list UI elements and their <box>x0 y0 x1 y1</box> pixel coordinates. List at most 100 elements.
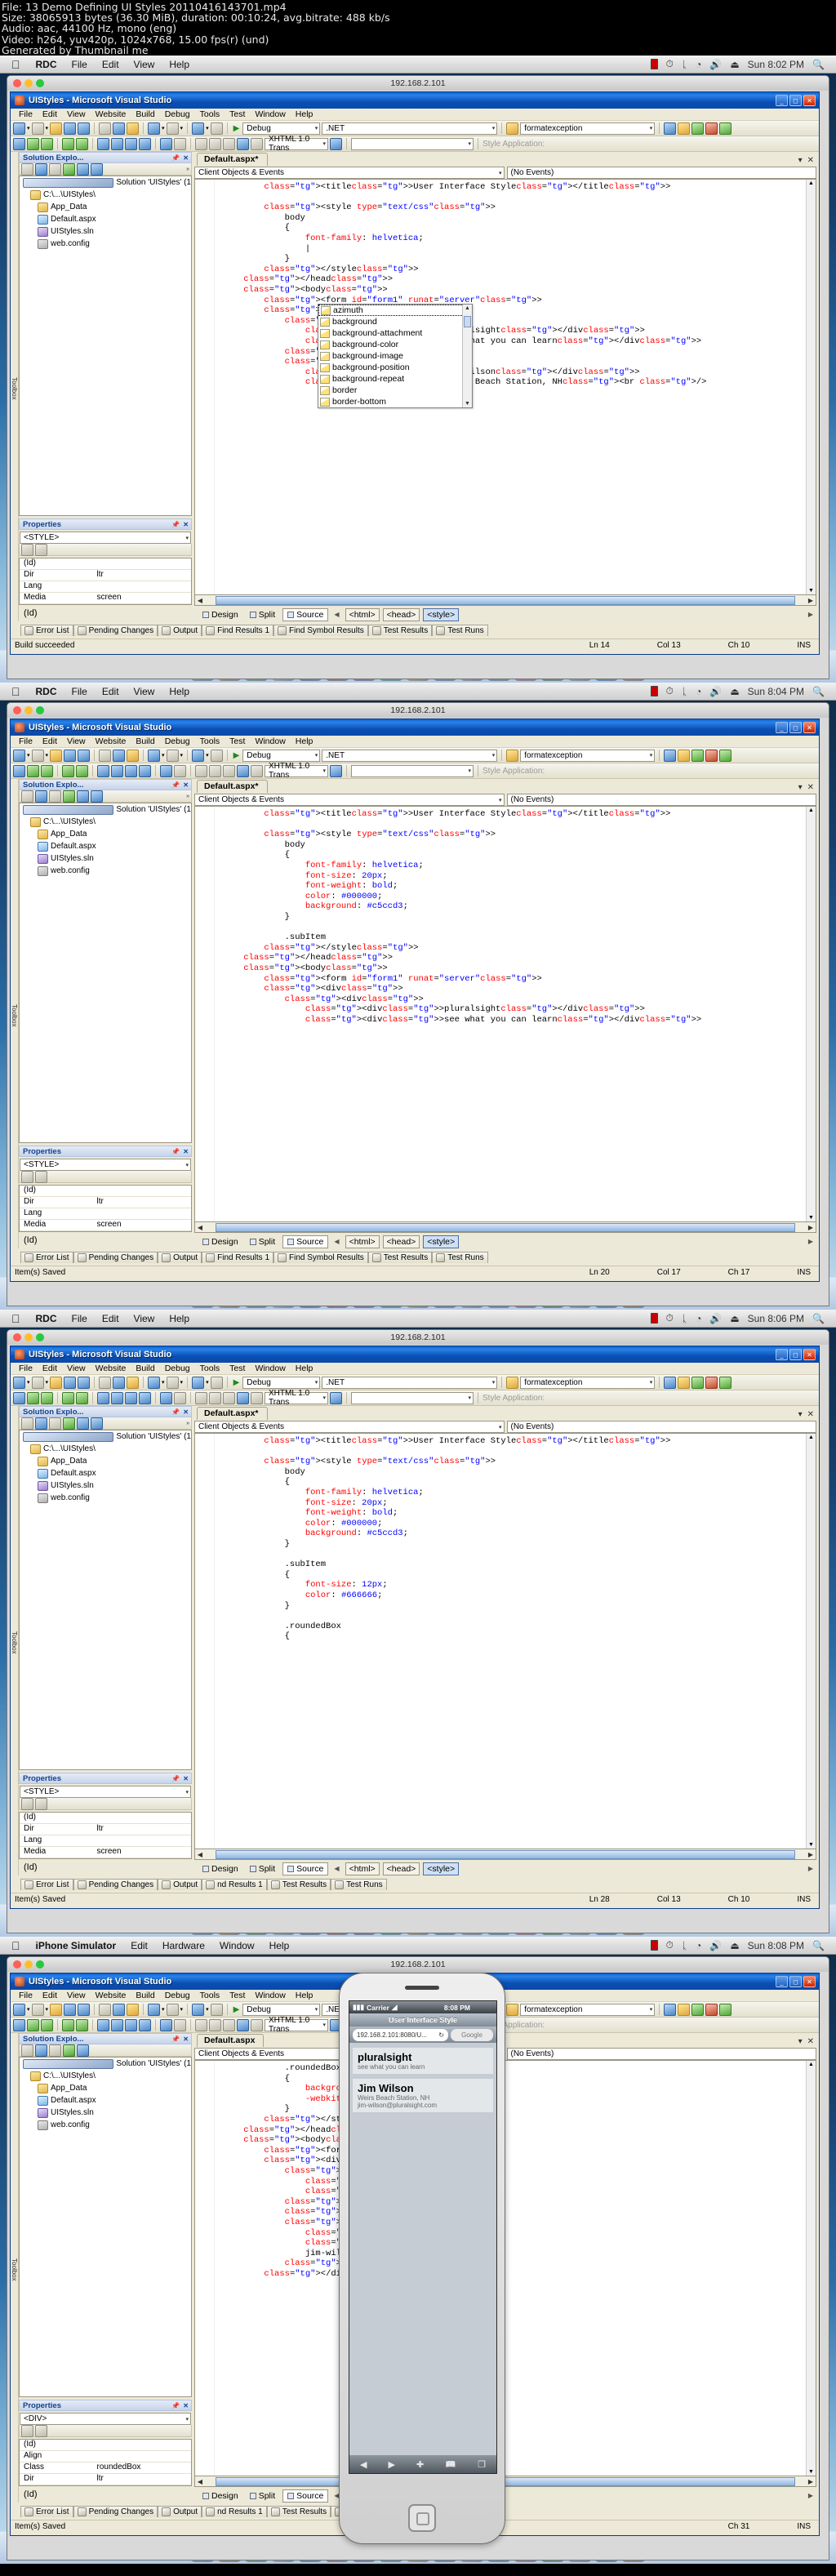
properties-grid[interactable]: (Id) Dir ltr Lang Media screen <box>19 558 192 606</box>
publish-icon[interactable] <box>719 1376 732 1389</box>
tool-tab-pending-changes[interactable]: Pending Changes <box>73 625 158 637</box>
validation-icon[interactable] <box>27 764 39 777</box>
property-value[interactable]: ltr <box>97 1197 192 1208</box>
vs-menu-debug[interactable]: Debug <box>160 1364 195 1373</box>
properties-object-combo[interactable]: <STYLE> ▾ <box>20 532 191 545</box>
toolbox-icon[interactable] <box>691 749 705 762</box>
iphone-screen[interactable]: ▮▮▮ Carrier ◢ 8:08 PM User Interface Sty… <box>349 2000 497 2475</box>
tab-close-icon[interactable]: ✕ <box>807 156 814 165</box>
format3-icon[interactable] <box>125 1391 137 1404</box>
save-icon[interactable] <box>64 1376 77 1389</box>
view-designer-icon[interactable] <box>91 162 103 176</box>
new-item-icon[interactable] <box>13 749 25 762</box>
find-combo[interactable]: formatexception ▾ <box>520 1376 656 1389</box>
tools-icon[interactable] <box>705 749 718 762</box>
solution-config-combo[interactable]: Debug ▾ <box>242 749 321 762</box>
solution-tree-item[interactable]: Default.aspx <box>20 2094 191 2107</box>
start-debug-icon[interactable]: ▶ <box>232 2005 242 2014</box>
vs-menu-file[interactable]: File <box>14 109 38 119</box>
view-tab-design[interactable]: Design <box>198 1863 242 1875</box>
spotlight-search-icon[interactable]: 🔍 <box>812 686 825 697</box>
table2-icon[interactable] <box>76 1391 88 1404</box>
solution-tree-item[interactable]: Solution 'UIStyles' (1 <box>20 803 191 816</box>
add-item-icon[interactable] <box>31 2003 44 2016</box>
tagpath-scroll-right-icon[interactable]: ▶ <box>806 1865 816 1872</box>
nest-icon[interactable] <box>63 162 75 176</box>
editor-vertical-scrollbar[interactable]: ▲ ▼ <box>806 807 816 1222</box>
scroll-thumb[interactable] <box>464 316 471 328</box>
tool-tab-test-results[interactable]: Test Results <box>266 1879 331 1891</box>
vs-menu-website[interactable]: Website <box>91 736 131 746</box>
property-row[interactable]: (Id) <box>20 1186 192 1198</box>
bluetooth-icon[interactable]: ᚳ <box>682 1313 687 1324</box>
vs-menu-test[interactable]: Test <box>225 736 250 746</box>
intellisense-item[interactable]: background <box>318 316 472 327</box>
format-icon[interactable] <box>97 1391 109 1404</box>
mac-app-name[interactable]: iPhone Simulator <box>29 1940 124 1951</box>
property-value[interactable]: screen <box>97 593 192 603</box>
browse-icon[interactable] <box>330 1391 342 1404</box>
toolbox-icon[interactable] <box>691 122 705 135</box>
vs-menu-debug[interactable]: Debug <box>160 1991 195 2000</box>
mac-menu-view[interactable]: View <box>127 1313 162 1324</box>
mac-menu-hardware[interactable]: Hardware <box>155 1940 212 1951</box>
editor-horizontal-scrollbar[interactable]: ◀ ▶ <box>194 2476 816 2488</box>
code-editor[interactable]: .roundedBox { backgro -webkit } class="t… <box>194 2060 816 2477</box>
vs-menu-help[interactable]: Help <box>291 736 318 746</box>
toolbox-icon[interactable] <box>691 1376 705 1389</box>
categorized-icon[interactable] <box>21 1797 33 1810</box>
rdc-title-bar[interactable]: 192.168.2.101 <box>7 1330 829 1346</box>
tab-close-icon[interactable]: ✕ <box>807 783 814 792</box>
style-target-combo[interactable]: ▾ <box>351 764 474 777</box>
browse-icon[interactable] <box>330 137 342 150</box>
start-debug-icon[interactable]: ▶ <box>232 751 242 760</box>
solution-tree-item[interactable]: App_Data <box>20 828 191 840</box>
back-icon[interactable]: ◀ <box>360 2459 367 2470</box>
scroll-right-icon[interactable]: ▶ <box>806 1224 816 1231</box>
intellisense-item[interactable]: background-position <box>318 362 472 373</box>
toolbox-icon[interactable] <box>691 2003 705 2016</box>
mac-menu-view[interactable]: View <box>127 59 162 70</box>
intellisense-item[interactable]: background-image <box>318 350 472 362</box>
intellisense-item[interactable]: background-repeat <box>318 373 472 385</box>
url-field[interactable]: 192.168.2.101:8080/U... ↻ <box>353 2028 448 2041</box>
home-button[interactable] <box>408 2504 436 2533</box>
copy-icon[interactable] <box>113 1376 126 1389</box>
vs-menu-website[interactable]: Website <box>91 1991 131 2000</box>
timemachine-icon[interactable]: ⏱ <box>666 1939 674 1951</box>
tab-dropdown-icon[interactable]: ▾ <box>798 2037 803 2046</box>
tool-tab-nd-results-1[interactable]: nd Results 1 <box>202 2506 267 2518</box>
properties-icon[interactable] <box>21 1417 33 1430</box>
document-tab[interactable]: Default.aspx* <box>197 1407 268 1421</box>
paste-icon[interactable] <box>127 2003 140 2016</box>
find-in-files-icon[interactable] <box>664 122 677 135</box>
property-value[interactable]: screen <box>97 1847 192 1857</box>
scroll-left-icon[interactable]: ◀ <box>195 2478 205 2485</box>
intellisense-item[interactable]: background-color <box>318 339 472 350</box>
property-row[interactable]: Dir ltr <box>20 1197 192 1209</box>
volume-icon[interactable]: 🔊 <box>709 1940 722 1951</box>
property-value[interactable] <box>97 1208 192 1219</box>
validation2-icon[interactable] <box>41 137 53 150</box>
align-right-icon[interactable] <box>223 764 235 777</box>
style-target-combo[interactable]: ▾ <box>351 1391 474 1404</box>
property-value[interactable] <box>97 1186 192 1196</box>
tool-tab-find-results-1[interactable]: Find Results 1 <box>202 625 274 637</box>
vs-menu-tools[interactable]: Tools <box>195 1364 225 1373</box>
panel-controls[interactable]: 📌 ✕ <box>171 1408 189 1416</box>
view-tab-source[interactable]: Source <box>282 1862 329 1875</box>
vs-menu-file[interactable]: File <box>14 1991 38 2000</box>
toolbox-strip[interactable]: Toolbox <box>11 152 19 622</box>
property-row[interactable]: Dir ltr <box>20 570 191 582</box>
cut-icon[interactable] <box>99 749 112 762</box>
validation2-icon[interactable] <box>41 2018 53 2031</box>
scroll-up-icon[interactable]: ▲ <box>808 2062 814 2067</box>
mac-menu-edit[interactable]: Edit <box>95 1313 127 1324</box>
save-icon[interactable] <box>64 2003 77 2016</box>
properties-panel-controls[interactable]: 📌 ✕ <box>171 2402 189 2409</box>
code-text[interactable]: class="tg"><titleclass="tg">>User Interf… <box>195 807 816 1025</box>
format2-icon[interactable] <box>111 764 123 777</box>
scroll-left-icon[interactable]: ◀ <box>195 1851 205 1858</box>
tagpath-scroll-left-icon[interactable]: ◀ <box>331 611 341 618</box>
alphabetical-icon[interactable] <box>35 543 47 556</box>
